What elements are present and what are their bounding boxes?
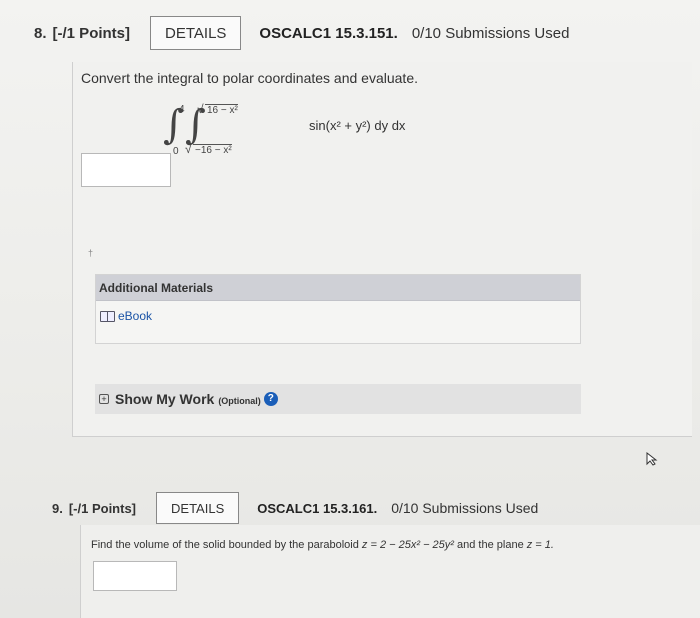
question-9-number: 9. [52,500,63,516]
additional-materials-heading: Additional Materials [96,275,580,301]
ebook-label: eBook [118,309,153,323]
question-9-answer-input[interactable] [93,561,177,591]
question-9-prompt-text: Find the volume of the solid bounded by … [91,539,359,551]
show-my-work-toggle[interactable]: + Show My Work (Optional) ? [95,384,581,414]
book-icon [100,310,115,322]
question-8-answer-input[interactable] [81,153,171,187]
mouse-cursor-icon [646,452,658,466]
question-8-number: 8. [34,24,47,42]
question-9-code: OSCALC1 15.3.161. [257,500,378,516]
outer-lower-limit: 0 [173,146,179,157]
plane-equation: z = 1. [526,539,554,551]
show-my-work-optional: (Optional) [218,395,261,406]
question-8-body: Convert the integral to polar coordinate… [72,62,692,437]
question-8-prompt: Convert the integral to polar coordinate… [81,70,418,86]
outer-upper-limit: 4 [179,104,185,115]
ebook-link[interactable]: eBook [100,309,152,323]
question-9-body: Find the volume of the solid bounded by … [80,525,700,618]
question-9-points: [-/1 Points] [68,500,137,516]
assignment-page: 8. [-/1 Points] DETAILS OSCALC1 15.3.151… [0,0,700,618]
help-icon[interactable]: ? [263,392,278,406]
question-9-details-button[interactable]: DETAILS [156,492,240,524]
inner-upper-limit: 16 − x² [197,102,238,116]
question-8-code: OSCALC1 15.3.151. [259,24,398,42]
show-my-work-label: Show My Work [115,391,215,407]
expand-plus-icon: + [99,394,109,404]
question-8-points: [-/1 Points] [52,24,131,42]
question-9-prompt-mid: and the plane [457,539,524,551]
integrand: sin(x² + y²) dy dx [309,118,406,133]
question-8-mark: † [88,248,94,258]
question-8-details-button[interactable]: DETAILS [150,16,242,50]
question-8-header: 8. [-/1 Points] DETAILS OSCALC1 15.3.151… [34,16,569,50]
paraboloid-equation: z = 2 − 25x² − 25y² [361,539,454,551]
additional-materials-panel: Additional Materials eBook [95,274,581,344]
question-9-prompt: Find the volume of the solid bounded by … [91,539,554,551]
question-9-header: 9. [-/1 Points] DETAILS OSCALC1 15.3.161… [52,492,538,524]
integral-expression: ∫ 4 0 ∫ 16 − x² −16 − x² sin(x² + y²) dy… [163,102,463,162]
inner-lower-limit: −16 − x² [185,142,232,156]
question-9-submissions: 0/10 Submissions Used [391,500,539,516]
question-8-submissions: 0/10 Submissions Used [411,24,570,42]
